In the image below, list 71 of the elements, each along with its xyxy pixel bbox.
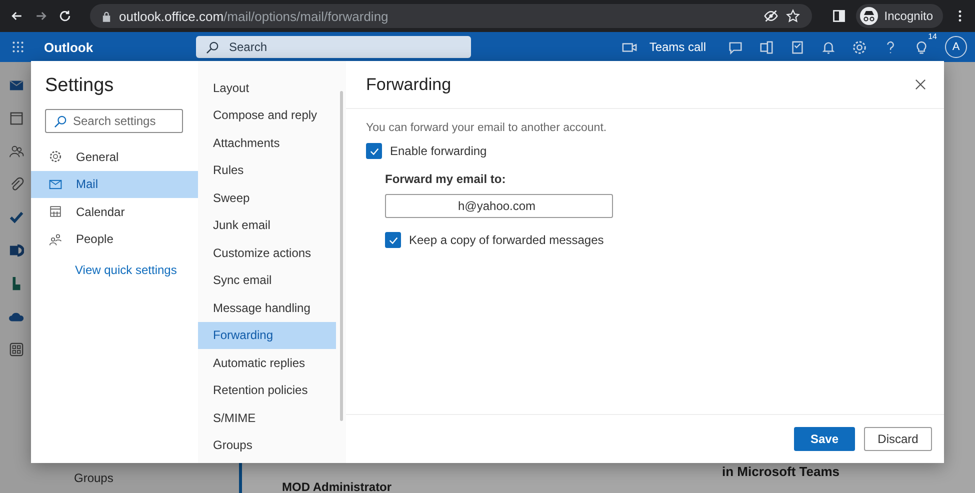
sender-name: MOD Administrator bbox=[282, 481, 392, 493]
address-bar[interactable]: outlook.office.com/mail/options/mail/forwarding bbox=[90, 4, 812, 28]
app-name: Outlook bbox=[44, 40, 94, 54]
people-icon[interactable] bbox=[8, 144, 24, 159]
panel-title: Forwarding bbox=[366, 74, 452, 94]
enable-forwarding-checkbox[interactable] bbox=[366, 143, 382, 159]
settings-subcategory[interactable]: Customize actions bbox=[198, 239, 336, 266]
bell-icon[interactable] bbox=[821, 40, 836, 54]
checkmark-icon bbox=[368, 146, 380, 156]
settings-subcategory[interactable]: Automatic replies bbox=[198, 349, 336, 376]
calendar-icon[interactable] bbox=[8, 111, 24, 126]
account-avatar[interactable]: A bbox=[945, 36, 967, 58]
settings-subcategory[interactable]: S/MIME bbox=[198, 404, 336, 432]
settings-subcategory[interactable]: Junk email bbox=[198, 212, 336, 239]
app-launcher-icon[interactable] bbox=[12, 41, 24, 53]
search-icon bbox=[54, 114, 67, 128]
settings-subcategory[interactable]: Groups bbox=[198, 432, 336, 459]
incognito-chip[interactable]: Incognito bbox=[856, 4, 943, 28]
settings-category[interactable]: General bbox=[31, 143, 198, 170]
settings-subcategory[interactable]: Layout bbox=[198, 74, 336, 102]
view-quick-settings-link[interactable]: View quick settings bbox=[31, 263, 198, 277]
incognito-icon bbox=[860, 7, 878, 25]
settings-icon[interactable] bbox=[852, 40, 867, 54]
settings-subcategory[interactable]: Rules bbox=[198, 156, 336, 184]
mail-icon[interactable] bbox=[8, 78, 24, 93]
settings-subcategory[interactable]: Sync email bbox=[198, 266, 336, 294]
envelope-icon bbox=[49, 178, 62, 191]
checkbox-label: Enable forwarding bbox=[390, 144, 487, 158]
url-text: outlook.office.com/mail/options/mail/forwarding bbox=[119, 8, 388, 24]
paperclip-icon[interactable] bbox=[8, 177, 24, 192]
checkbox-label: Keep a copy of forwarded messages bbox=[409, 233, 604, 247]
settings-subcategory[interactable]: Forwarding bbox=[198, 322, 336, 349]
sidebar-icon[interactable] bbox=[832, 9, 846, 23]
settings-category[interactable]: Calendar bbox=[31, 198, 198, 226]
discard-button[interactable]: Discard bbox=[864, 427, 932, 451]
keep-copy-checkbox[interactable] bbox=[385, 232, 401, 248]
settings-category[interactable]: People bbox=[31, 226, 198, 253]
search-field[interactable]: Search bbox=[196, 36, 471, 58]
settings-subcategory[interactable]: Attachments bbox=[198, 129, 336, 156]
lightbulb-icon[interactable] bbox=[914, 40, 929, 54]
calendar-icon bbox=[49, 205, 62, 218]
checklist-icon[interactable] bbox=[790, 40, 805, 54]
settings-subcategory[interactable]: Sweep bbox=[198, 184, 336, 212]
save-button[interactable]: Save bbox=[794, 427, 855, 451]
intro-text: You can forward your email to another account. bbox=[366, 122, 608, 134]
settings-icon bbox=[49, 150, 62, 164]
settings-title: Settings bbox=[44, 75, 115, 97]
folder-label[interactable]: Groups bbox=[74, 471, 114, 485]
tips-count: 14 bbox=[928, 32, 937, 40]
reload-icon[interactable] bbox=[58, 9, 72, 23]
close-icon[interactable] bbox=[915, 79, 926, 90]
lock-icon bbox=[102, 10, 111, 22]
forward-email-field[interactable]: h@yahoo.com bbox=[385, 194, 613, 218]
forward-icon[interactable] bbox=[34, 9, 48, 23]
settings-subcategory[interactable]: Compose and reply bbox=[198, 102, 336, 129]
checkmark-icon bbox=[388, 234, 398, 246]
field-label: Forward my email to: bbox=[385, 172, 507, 186]
settings-subcategory[interactable]: Message handling bbox=[198, 294, 336, 322]
checkmark-icon[interactable] bbox=[8, 210, 24, 225]
teams-heading: in Microsoft Teams bbox=[722, 464, 840, 479]
people-icon bbox=[49, 232, 62, 246]
eye-slash-icon[interactable] bbox=[764, 9, 778, 23]
teams-call-button[interactable]: Teams call bbox=[622, 40, 706, 54]
search-settings-field[interactable]: Search settings bbox=[45, 109, 183, 133]
search-icon bbox=[206, 40, 219, 54]
star-icon[interactable] bbox=[786, 9, 800, 23]
settings-category[interactable]: Mail bbox=[31, 170, 198, 198]
back-icon[interactable] bbox=[10, 9, 24, 23]
settings-subcategory[interactable]: Retention policies bbox=[198, 376, 336, 404]
apps-icon[interactable] bbox=[8, 342, 24, 357]
chat-icon[interactable] bbox=[728, 40, 743, 54]
